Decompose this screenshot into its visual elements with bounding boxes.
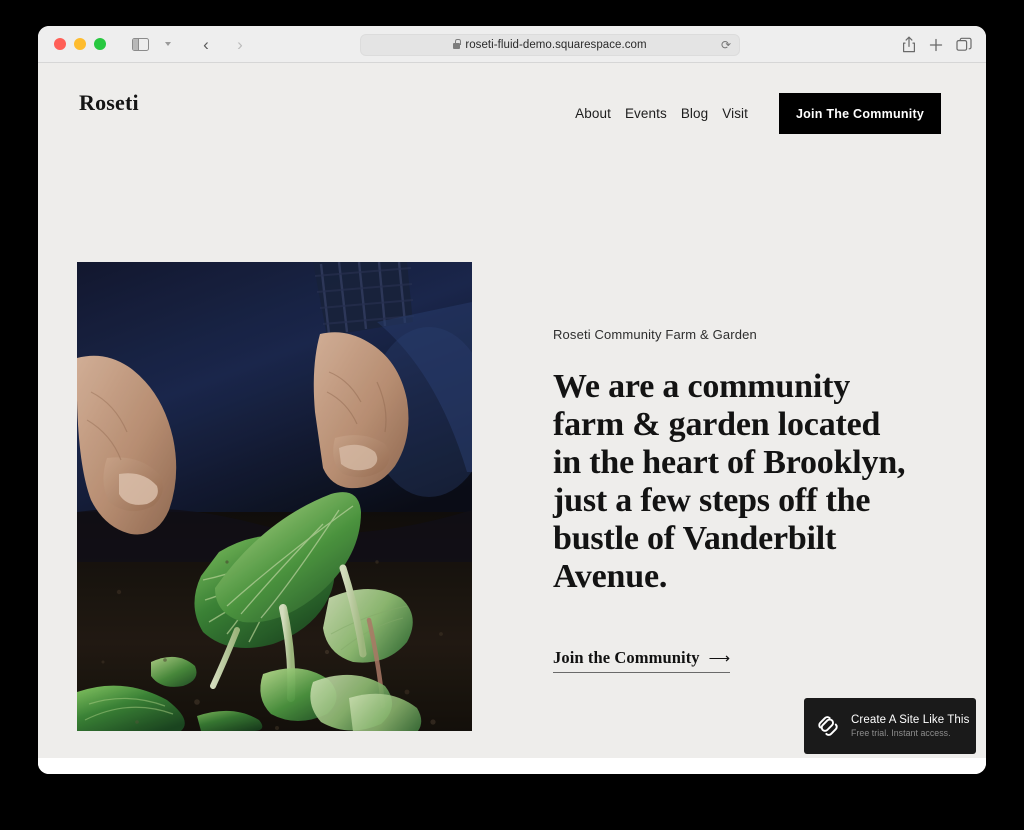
forward-arrow-icon: › bbox=[237, 34, 243, 54]
arrow-right-icon: ⟶ bbox=[708, 650, 731, 667]
nav-links: About Events Blog Visit bbox=[575, 106, 748, 121]
browser-window: ‹ › roseti-fluid-demo.squarespace.com ⟳ bbox=[38, 26, 986, 774]
join-the-community-link[interactable]: Join the Community ⟶ bbox=[553, 648, 731, 674]
join-the-community-button[interactable]: Join The Community bbox=[779, 93, 941, 134]
back-button[interactable]: ‹ bbox=[193, 32, 219, 56]
traffic-lights bbox=[54, 38, 106, 50]
browser-toolbar: ‹ › roseti-fluid-demo.squarespace.com ⟳ bbox=[38, 26, 986, 63]
lock-icon bbox=[453, 39, 461, 49]
nav-item-about[interactable]: About bbox=[575, 106, 611, 121]
tab-overview-icon[interactable] bbox=[956, 37, 972, 52]
address-bar-content: roseti-fluid-demo.squarespace.com bbox=[453, 39, 647, 51]
hero-heading: We are a community farm & garden located… bbox=[553, 368, 906, 596]
site-logo[interactable]: Roseti bbox=[79, 90, 139, 116]
forward-button[interactable]: › bbox=[227, 32, 253, 56]
chevron-down-icon bbox=[165, 42, 171, 46]
new-tab-icon[interactable] bbox=[929, 38, 943, 52]
toolbar-right-icons bbox=[902, 26, 972, 63]
sidebar-toggle-button[interactable] bbox=[127, 32, 153, 56]
site-header: Roseti About Events Blog Visit Join The … bbox=[38, 63, 986, 151]
hero-eyebrow: Roseti Community Farm & Garden bbox=[553, 327, 757, 342]
toolbar-nav-group: ‹ › bbox=[127, 32, 253, 56]
site-navigation: About Events Blog Visit Join The Communi… bbox=[575, 93, 941, 134]
squarespace-logo-icon bbox=[816, 714, 840, 738]
join-the-community-link-label: Join the Community bbox=[553, 648, 700, 668]
url-text: roseti-fluid-demo.squarespace.com bbox=[465, 39, 647, 51]
hero-copy: Roseti Community Farm & Garden We are a … bbox=[553, 327, 913, 674]
share-icon[interactable] bbox=[902, 36, 916, 53]
badge-subtitle: Free trial. Instant access. bbox=[851, 728, 951, 738]
nav-item-events[interactable]: Events bbox=[625, 106, 667, 121]
reload-icon[interactable]: ⟳ bbox=[721, 39, 731, 51]
hero-image-artwork bbox=[77, 262, 472, 731]
badge-title: Create A Site Like This bbox=[851, 714, 970, 726]
nav-item-blog[interactable]: Blog bbox=[681, 106, 708, 121]
sidebar-icon bbox=[131, 37, 149, 51]
nav-item-visit[interactable]: Visit bbox=[722, 106, 748, 121]
close-window-button[interactable] bbox=[54, 38, 66, 50]
maximize-window-button[interactable] bbox=[94, 38, 106, 50]
sidebar-menu-button[interactable] bbox=[155, 32, 181, 56]
back-arrow-icon: ‹ bbox=[203, 34, 209, 54]
minimize-window-button[interactable] bbox=[74, 38, 86, 50]
hero-image bbox=[77, 262, 472, 731]
address-bar[interactable]: roseti-fluid-demo.squarespace.com ⟳ bbox=[360, 34, 740, 56]
page-viewport: Roseti About Events Blog Visit Join The … bbox=[38, 63, 986, 774]
page-bottom-strip bbox=[38, 758, 986, 774]
badge-text: Create A Site Like This Free trial. Inst… bbox=[851, 714, 969, 738]
create-a-site-badge[interactable]: Create A Site Like This Free trial. Inst… bbox=[804, 698, 976, 754]
